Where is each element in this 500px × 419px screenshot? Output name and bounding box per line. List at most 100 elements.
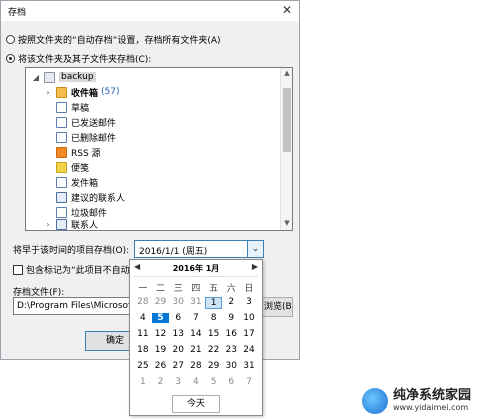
archive-file-input[interactable]: D:\Program Files\Microsoft Office\archiv…: [13, 297, 131, 315]
tree-item-contacts[interactable]: › 联系人: [44, 217, 98, 230]
outbox-icon: [56, 176, 67, 188]
calendar-week-row: 4 5 6 7 8 9 10: [134, 313, 258, 323]
calendar-day[interactable]: 4: [134, 313, 152, 323]
include-no-autoarchive-checkbox[interactable]: [13, 264, 23, 275]
calendar-day[interactable]: 2: [222, 297, 240, 309]
calendar-day[interactable]: 13: [169, 329, 187, 339]
calendar-day[interactable]: 31: [240, 361, 258, 371]
calendar-day[interactable]: 28: [134, 297, 152, 309]
calendar-day[interactable]: 29: [152, 297, 170, 309]
calendar-day-selected[interactable]: 1: [204, 297, 223, 309]
site-watermark: 纯净系统家园 www.yidaimei.com: [362, 385, 498, 417]
calendar-day[interactable]: 6: [169, 313, 187, 323]
calendar-day[interactable]: 20: [169, 345, 187, 355]
calendar-day[interactable]: 28: [187, 361, 205, 371]
calendar-day[interactable]: 26: [152, 361, 170, 371]
scroll-thumb[interactable]: [283, 88, 291, 152]
weekday-label: 五: [209, 284, 219, 294]
calendar-day[interactable]: 22: [205, 345, 223, 355]
calendar-day[interactable]: 16: [222, 329, 240, 339]
calendar-day[interactable]: 19: [152, 345, 170, 355]
archive-date-value[interactable]: 2016/1/1 (周五): [139, 244, 207, 257]
chevron-down-icon[interactable]: ⌄: [247, 241, 263, 257]
tree-item-deleted[interactable]: 已删除邮件: [56, 130, 116, 144]
tree-scrollbar[interactable]: ▲ ▼: [280, 68, 292, 230]
calendar-week-row: 18 19 20 21 22 23 24: [134, 345, 258, 355]
calendar-day[interactable]: 15: [205, 329, 223, 339]
folder-tree[interactable]: ◢ backup › 收件箱 (57) 草稿 已发送邮件 已删除邮件 RSS 源: [25, 67, 293, 231]
browse-button[interactable]: 浏览(B)...: [261, 297, 293, 317]
calendar-day[interactable]: 29: [205, 361, 223, 371]
calendar-day[interactable]: 12: [152, 329, 170, 339]
calendar-day[interactable]: 10: [240, 313, 258, 323]
today-button[interactable]: 今天: [172, 395, 220, 413]
tree-item-rss[interactable]: RSS 源: [56, 145, 101, 159]
title-bar: 存档 ✕: [1, 1, 299, 21]
calendar-day[interactable]: 7: [187, 313, 205, 323]
calendar-day[interactable]: 14: [187, 329, 205, 339]
calendar-week-row: 11 12 13 14 15 16 17: [134, 329, 258, 339]
tree-item-label: backup: [59, 72, 96, 82]
next-month-icon[interactable]: ▶: [252, 262, 258, 271]
calendar-day[interactable]: 30: [222, 361, 240, 371]
calendar-day[interactable]: 18: [134, 345, 152, 355]
tree-item-notes[interactable]: 便笺: [56, 160, 89, 174]
scroll-up-icon[interactable]: ▲: [281, 69, 292, 77]
tree-item-inbox[interactable]: › 收件箱 (57): [44, 85, 120, 99]
tree-item-label: 建议的联系人: [71, 193, 126, 204]
calendar-day[interactable]: 9: [222, 313, 240, 323]
calendar-day[interactable]: 24: [240, 345, 258, 355]
calendar-day[interactable]: 2: [152, 377, 170, 387]
calendar-day[interactable]: 3: [240, 297, 258, 309]
calendar-day[interactable]: 27: [169, 361, 187, 371]
junk-mail-icon: [56, 206, 67, 218]
weekday-label: 一: [138, 284, 148, 294]
collapse-icon[interactable]: ◢: [32, 73, 40, 82]
calendar-day[interactable]: 17: [240, 329, 258, 339]
include-no-autoarchive-option[interactable]: 包含标记为“此项目不自动存档”的项目: [13, 263, 131, 276]
calendar-day[interactable]: 11: [134, 329, 152, 339]
expand-icon[interactable]: ›: [44, 88, 52, 97]
tree-item-drafts[interactable]: 草稿: [56, 100, 89, 114]
tree-item-sent[interactable]: 已发送邮件: [56, 115, 116, 129]
calendar-day[interactable]: 31: [187, 297, 205, 309]
archive-date-picker[interactable]: 2016/1/1 (周五) ⌄: [134, 240, 264, 258]
calendar-day[interactable]: 21: [187, 345, 205, 355]
archive-all-option[interactable]: 按照文件夹的“自动存档”设置，存档所有文件夹(A): [6, 33, 221, 46]
drafts-icon: [56, 101, 67, 113]
weekday-label: 二: [156, 284, 166, 294]
calendar-day[interactable]: 1: [134, 377, 152, 387]
browse-button-label: 浏览(B)...: [264, 302, 292, 312]
today-button-label: 今天: [186, 399, 205, 409]
archive-folder-option[interactable]: 将该文件夹及其子文件夹存档(C):: [6, 52, 151, 65]
close-icon[interactable]: ✕: [279, 2, 295, 18]
inbox-folder-icon: [56, 86, 67, 98]
calendar-header: ◀ 2016年 1月 ▶: [130, 260, 262, 276]
tree-item-backup[interactable]: ◢ backup: [32, 70, 96, 84]
calendar-day[interactable]: 7: [240, 377, 258, 387]
tree-item-suggested-contacts[interactable]: 建议的联系人: [56, 190, 125, 204]
watermark-url: www.yidaimei.com: [393, 402, 469, 412]
tree-item-outbox[interactable]: 发件箱: [56, 175, 98, 189]
calendar-day[interactable]: 30: [169, 297, 187, 309]
date-picker-calendar[interactable]: ◀ 2016年 1月 ▶ 一 二 三 四 五 六 日 28 29 30 31 1…: [129, 259, 263, 416]
scroll-down-icon[interactable]: ▼: [281, 219, 292, 227]
tree-item-label: 收件箱: [71, 88, 99, 99]
calendar-day[interactable]: 5: [205, 377, 223, 387]
tree-item-label: 发件箱: [71, 178, 99, 189]
notes-icon: [56, 161, 67, 173]
weekday-label: 四: [191, 284, 201, 294]
weekday-label: 日: [244, 284, 254, 294]
radio-archive-all[interactable]: [6, 34, 15, 44]
calendar-day[interactable]: 8: [205, 313, 223, 323]
calendar-day[interactable]: 6: [222, 377, 240, 387]
radio-archive-folder[interactable]: [6, 53, 15, 63]
calendar-month-label[interactable]: 2016年 1月: [130, 263, 262, 274]
calendar-day-today[interactable]: 5: [151, 313, 170, 323]
calendar-day[interactable]: 23: [222, 345, 240, 355]
calendar-day[interactable]: 3: [169, 377, 187, 387]
calendar-day[interactable]: 4: [187, 377, 205, 387]
calendar-day[interactable]: 25: [134, 361, 152, 371]
expand-icon[interactable]: ›: [44, 220, 52, 229]
calendar-week-row: 28 29 30 31 1 2 3: [134, 297, 258, 309]
